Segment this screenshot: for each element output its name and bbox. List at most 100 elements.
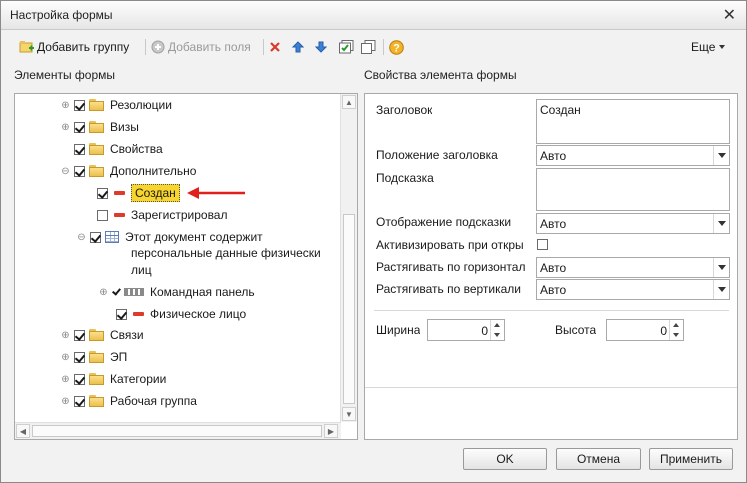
add-fields-button[interactable]: Добавить поля	[151, 38, 251, 56]
stretch-vertical-value: Авто	[540, 283, 567, 297]
scroll-down-icon[interactable]: ▼	[342, 407, 356, 421]
scroll-right-icon[interactable]: ▶	[324, 424, 338, 438]
horizontal-scrollbar[interactable]: ◀ ▶	[15, 422, 341, 439]
tree-node-workgroup[interactable]: ⊕ Рабочая группа	[61, 391, 197, 411]
height-stepper[interactable]: 0	[606, 319, 684, 341]
tree-node-additional[interactable]: ⊖ Дополнительно	[61, 161, 196, 181]
expand-icon[interactable]: ⊕	[61, 352, 70, 363]
copy-button[interactable]	[361, 38, 376, 56]
vertical-scrollbar[interactable]: ▲ ▼	[340, 94, 357, 422]
svg-text:?: ?	[393, 42, 400, 54]
tree-node-visas[interactable]: ⊕ Визы	[61, 117, 139, 137]
chevron-down-icon[interactable]	[713, 146, 729, 165]
activate-checkbox[interactable]	[537, 239, 548, 250]
tree-node-label: ЭП	[110, 350, 128, 364]
collapse-icon[interactable]: ⊖	[77, 232, 86, 243]
node-checkbox[interactable]	[116, 308, 127, 320]
tree-node-label: Этот документ содержит	[125, 230, 263, 244]
tree-node-command-panel[interactable]: ⊕ Командная панель	[99, 282, 255, 302]
tree-node-links[interactable]: ⊕ Связи	[61, 325, 143, 345]
add-group-label: Добавить группу	[37, 40, 130, 54]
hint-display-label: Отображение подсказки	[376, 215, 512, 229]
move-down-button[interactable]	[315, 38, 327, 56]
width-stepper[interactable]: 0	[427, 319, 505, 341]
node-checkbox[interactable]	[74, 143, 85, 155]
height-value: 0	[660, 324, 667, 338]
tree-node-individual[interactable]: Физическое лицо	[116, 304, 246, 324]
node-checkbox[interactable]	[74, 395, 85, 407]
node-checkbox[interactable]	[74, 99, 85, 111]
scroll-thumb[interactable]	[32, 425, 322, 437]
add-group-button[interactable]: Добавить группу	[19, 38, 129, 56]
stepper-arrows-icon[interactable]	[490, 320, 504, 340]
node-checkbox[interactable]	[74, 165, 85, 177]
tree-node-ep[interactable]: ⊕ ЭП	[61, 347, 127, 367]
help-icon: ?	[389, 39, 404, 55]
close-icon[interactable]: ✕	[723, 5, 736, 25]
move-up-icon	[292, 41, 304, 53]
node-checkbox[interactable]	[97, 187, 108, 199]
field-icon	[133, 312, 144, 316]
collapse-icon[interactable]: ⊖	[61, 166, 70, 177]
tree-node-properties[interactable]: Свойства	[74, 139, 163, 159]
hint-display-select[interactable]: Авто	[536, 213, 730, 234]
scroll-thumb[interactable]	[343, 214, 355, 404]
add-fields-icon	[151, 40, 165, 54]
stretch-horizontal-select[interactable]: Авто	[536, 257, 730, 278]
folder-icon	[89, 165, 105, 177]
check-all-button[interactable]	[339, 38, 354, 56]
more-menu[interactable]: Еще	[691, 38, 726, 56]
ok-button[interactable]: OK	[463, 448, 547, 470]
node-checkbox[interactable]	[97, 209, 108, 221]
tree-node-registered[interactable]: Зарегистрировал	[97, 205, 228, 225]
field-icon	[114, 213, 125, 217]
width-label: Ширина	[376, 323, 421, 337]
delete-button[interactable]	[269, 38, 281, 56]
move-up-button[interactable]	[292, 38, 304, 56]
check-icon[interactable]	[112, 288, 120, 296]
folder-icon	[89, 143, 105, 155]
hint-field[interactable]	[536, 168, 730, 211]
tree-node-label: Дополнительно	[110, 164, 197, 178]
node-checkbox[interactable]	[90, 231, 101, 243]
tree-node-created[interactable]: Создан	[97, 183, 180, 203]
expand-icon[interactable]: ⊕	[61, 100, 70, 111]
tree-node-resolutions[interactable]: ⊕ Резолюции	[61, 95, 172, 115]
node-checkbox[interactable]	[74, 121, 85, 133]
expand-icon[interactable]: ⊕	[61, 374, 70, 385]
stretch-vertical-select[interactable]: Авто	[536, 279, 730, 300]
expand-icon[interactable]: ⊕	[61, 396, 70, 407]
tree-node-categories[interactable]: ⊕ Категории	[61, 369, 166, 389]
scroll-up-icon[interactable]: ▲	[342, 95, 356, 109]
expand-icon[interactable]: ⊕	[61, 330, 70, 341]
tree-node-label: Резолюции	[110, 98, 172, 112]
node-checkbox[interactable]	[74, 329, 85, 341]
tree-node-label-line3: лиц	[131, 260, 152, 280]
title-position-select[interactable]: Авто	[536, 145, 730, 166]
width-value: 0	[481, 324, 488, 338]
tree-node-label-line2: персональные данные физически	[131, 243, 321, 263]
stepper-arrows-icon[interactable]	[669, 320, 683, 340]
help-button[interactable]: ?	[389, 38, 404, 56]
expand-icon[interactable]: ⊕	[61, 122, 70, 133]
apply-button[interactable]: Применить	[649, 448, 733, 470]
tree-node-label: Физическое лицо	[150, 307, 247, 321]
scroll-left-icon[interactable]: ◀	[16, 424, 30, 438]
title-field[interactable]: Создан	[536, 99, 730, 144]
expand-icon[interactable]: ⊕	[99, 287, 108, 298]
tree-node-label: Командная панель	[150, 285, 255, 299]
tree-node-label: Создан	[131, 184, 180, 202]
title-label: Заголовок	[376, 103, 433, 117]
chevron-down-icon[interactable]	[713, 214, 729, 233]
cancel-button[interactable]: Отмена	[556, 448, 641, 470]
window-title: Настройка формы	[10, 8, 113, 22]
chevron-down-icon[interactable]	[713, 258, 729, 277]
node-checkbox[interactable]	[74, 351, 85, 363]
title-bar: Настройка формы ✕	[1, 1, 746, 30]
move-down-icon	[315, 41, 327, 53]
node-checkbox[interactable]	[74, 373, 85, 385]
form-elements-tree[interactable]: ⊕ Резолюции ⊕ Визы Свойства ⊖ Дополнител…	[14, 93, 358, 440]
more-label: Еще	[691, 40, 716, 54]
chevron-down-icon[interactable]	[713, 280, 729, 299]
check-all-icon	[339, 40, 354, 54]
